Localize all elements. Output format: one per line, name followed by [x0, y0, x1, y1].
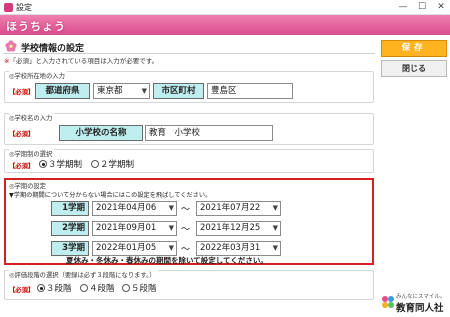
radio-unselected-icon [122, 284, 130, 292]
term2-label: 2学期 [51, 221, 89, 236]
radio-grade-3-label: ３段階 [46, 284, 72, 294]
radio-grade-5[interactable]: ５段階 [122, 284, 157, 294]
city-label: 市区町村 [153, 83, 204, 99]
minimize-button[interactable]: — [394, 1, 412, 13]
radio-unselected-icon [91, 160, 99, 168]
flower-icon [5, 40, 17, 52]
school-name-label: 小学校の名称 [59, 125, 143, 141]
term1-start-select[interactable]: 2021年04月06 ▼ [92, 201, 177, 216]
main-content: 学校情報の設定 ※「必須」と入力されている項目は入力が必要です。 ◎学校所在地の… [0, 35, 378, 317]
school-name-input[interactable]: 教育 小学校 [145, 125, 273, 141]
grading-section-title: ◎評価段階の選択（要録は必ず３段階になります。） [9, 270, 158, 279]
page-heading: 学校情報の設定 [3, 38, 375, 54]
radio-grade-3[interactable]: ３段階 [37, 284, 72, 294]
address-section-title: ◎学校所在地の入力 [9, 71, 67, 80]
tilde-separator: ～ [181, 225, 191, 235]
term-instruction: ▼学期の期間について分からない場合にはこの設定を飛ばしてください。 [9, 192, 212, 199]
maximize-button[interactable]: ☐ [413, 1, 431, 13]
chevron-down-icon: ▼ [168, 244, 174, 252]
address-section: ◎学校所在地の入力 【必須】 都道府県 東京都 ▼ 市区町村 豊島区 [4, 71, 374, 103]
term-system-section-title: ◎学期制の選択 [9, 149, 55, 158]
brand-logo: ほうちょう [6, 20, 66, 33]
grading-section: ◎評価段階の選択（要録は必ず３段階になります。） 【必須】 ３段階 ４段階 ５段… [4, 270, 374, 300]
term2-start-value: 2021年09月01 [96, 223, 157, 233]
radio-selected-icon [39, 160, 47, 168]
title-bar: 設定 — ☐ ✕ [0, 0, 450, 15]
chevron-down-icon: ▼ [141, 87, 147, 95]
term1-end-value: 2021年07月22 [200, 203, 261, 213]
smile-logo-icon [382, 296, 394, 308]
tilde-separator: ～ [181, 205, 191, 215]
page-title: 学校情報の設定 [21, 44, 85, 54]
term-footnote: 夏休み・冬休み・春休みの期間を除いて設定してください。 [66, 256, 268, 265]
chevron-down-icon: ▼ [272, 224, 278, 232]
chevron-down-icon: ▼ [168, 224, 174, 232]
term-settings-section-title: ◎学期の設定 [9, 181, 48, 190]
close-window-button[interactable]: ✕ [432, 1, 450, 13]
company-name: 教育同人社 [396, 303, 444, 314]
radio-three-term[interactable]: ３学期制 [39, 160, 82, 170]
save-button[interactable]: 保存 [381, 40, 447, 57]
term-settings-section: ◎学期の設定 ▼学期の期間について分からない場合にはこの設定を飛ばしてください。… [4, 178, 374, 265]
chevron-down-icon: ▼ [272, 244, 278, 252]
school-name-section-title: ◎学校名の入力 [9, 113, 55, 122]
app-icon [4, 3, 13, 12]
radio-unselected-icon [80, 284, 88, 292]
prefecture-label: 都道府県 [35, 83, 90, 99]
close-button[interactable]: 閉じる [381, 60, 447, 77]
radio-grade-5-label: ５段階 [131, 284, 157, 294]
company-logo: みんなにスマイル。 教育同人社 [381, 291, 449, 314]
address-required-label: 【必須】 [9, 89, 35, 96]
school-name-required-label: 【必須】 [9, 131, 35, 138]
chevron-down-icon: ▼ [168, 204, 174, 212]
required-note: ※「必須」と入力されている項目は入力が必要です。 [4, 55, 158, 65]
term1-end-select[interactable]: 2021年07月22 ▼ [196, 201, 281, 216]
term-system-required-label: 【必須】 [9, 163, 35, 170]
term-system-section: ◎学期制の選択 【必須】 ３学期制 ２学期制 [4, 149, 374, 173]
term2-start-select[interactable]: 2021年09月01 ▼ [92, 221, 177, 236]
company-tagline: みんなにスマイル。 [396, 294, 446, 300]
grading-required-label: 【必須】 [9, 287, 35, 294]
city-input[interactable]: 豊島区 [207, 83, 293, 99]
radio-two-term-label: ２学期制 [100, 160, 135, 170]
term1-label: 1学期 [51, 201, 89, 216]
prefecture-select[interactable]: 東京都 ▼ [93, 83, 150, 99]
radio-three-term-label: ３学期制 [48, 160, 83, 170]
window-title: 設定 [16, 3, 32, 12]
sidebar: 保存 閉じる みんなにスマイル。 教育同人社 [378, 35, 450, 317]
radio-grade-4[interactable]: ４段階 [80, 284, 115, 294]
note-text: 「必須」と入力されている項目は入力が必要です。 [9, 57, 159, 65]
term3-end-select[interactable]: 2022年03月31 ▼ [196, 241, 281, 256]
brand-bar: ほうちょう [0, 15, 450, 35]
school-name-section: ◎学校名の入力 【必須】 小学校の名称 教育 小学校 [4, 113, 374, 145]
tilde-separator: ～ [181, 245, 191, 255]
term3-label: 3学期 [51, 241, 89, 256]
term2-end-select[interactable]: 2021年12月25 ▼ [196, 221, 281, 236]
term2-end-value: 2021年12月25 [200, 223, 261, 233]
radio-selected-icon [37, 284, 45, 292]
radio-two-term[interactable]: ２学期制 [91, 160, 134, 170]
radio-grade-4-label: ４段階 [89, 284, 115, 294]
term3-end-value: 2022年03月31 [200, 243, 261, 253]
term3-start-select[interactable]: 2022年01月05 ▼ [92, 241, 177, 256]
chevron-down-icon: ▼ [272, 204, 278, 212]
term3-start-value: 2022年01月05 [96, 243, 157, 253]
term1-start-value: 2021年04月06 [96, 203, 157, 213]
prefecture-value: 東京都 [97, 86, 123, 96]
